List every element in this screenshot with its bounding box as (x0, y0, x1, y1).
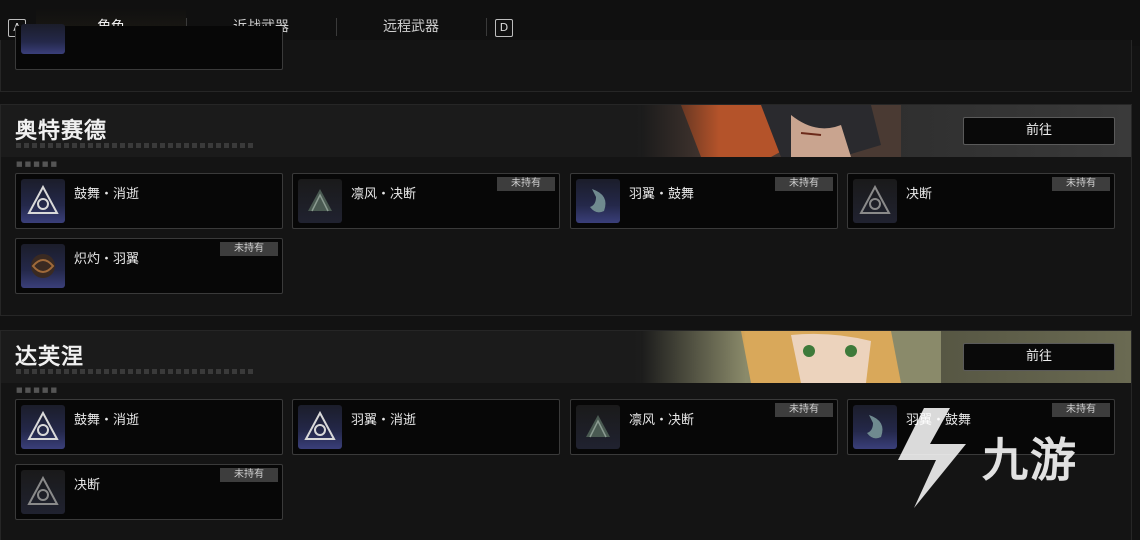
rarity-stars: ■■■■■ (16, 386, 60, 394)
rarity-stars: ■■■■■ (16, 160, 60, 168)
character-section-otterside: 奥特赛德 前往 ■■■■■ 鼓舞・消逝 凛风・决断 未持有 羽翼・鼓舞 未持有 … (0, 104, 1132, 316)
not-owned-badge: 未持有 (220, 242, 278, 256)
flame-emblem-icon (21, 244, 65, 288)
next-tab-key-hint[interactable]: D (495, 19, 513, 37)
skill-card[interactable]: 羽翼・消逝 (292, 399, 560, 455)
skill-card-label: 羽翼・鼓舞 (629, 187, 695, 202)
skill-card[interactable]: 凛风・决断 未持有 (292, 173, 560, 229)
not-owned-badge: 未持有 (775, 177, 833, 191)
previous-section-panel (0, 24, 1132, 92)
skill-card[interactable]: 凛风・决断 未持有 (570, 399, 838, 455)
not-owned-badge: 未持有 (1052, 177, 1110, 191)
skill-card[interactable]: 炽灼・羽翼 未持有 (15, 238, 283, 294)
wing-emblem-icon (298, 179, 342, 223)
watermark: 九游 (884, 404, 1124, 524)
skill-card[interactable]: 鼓舞・消逝 (15, 173, 283, 229)
triad-emblem-icon (853, 179, 897, 223)
skill-card-label: 鼓舞・消逝 (74, 187, 140, 202)
skill-card-partial[interactable] (15, 24, 283, 70)
goto-button[interactable]: 前往 (963, 117, 1115, 145)
character-name: 奥特赛德 (15, 118, 108, 144)
not-owned-badge: 未持有 (220, 468, 278, 482)
skill-card-label: 决断 (74, 478, 101, 493)
triad-emblem-icon (298, 405, 342, 449)
skill-emblem-icon (21, 24, 65, 54)
tab-divider (486, 18, 487, 36)
goto-button[interactable]: 前往 (963, 343, 1115, 371)
skill-card-label: 决断 (906, 187, 933, 202)
feather-emblem-icon (576, 179, 620, 223)
watermark-logo-icon (898, 408, 966, 508)
skill-card[interactable]: 鼓舞・消逝 (15, 399, 283, 455)
triad-emblem-icon (21, 179, 65, 223)
wing-emblem-icon (576, 405, 620, 449)
skill-card-label: 凛风・决断 (629, 413, 695, 428)
watermark-text: 九游 (982, 433, 1078, 487)
not-owned-badge: 未持有 (497, 177, 555, 191)
not-owned-badge: 未持有 (775, 403, 833, 417)
character-name: 达芙涅 (15, 344, 85, 370)
character-portrait (641, 331, 941, 383)
skill-card-label: 鼓舞・消逝 (74, 413, 140, 428)
skill-card[interactable]: 决断 未持有 (15, 464, 283, 520)
decorative-subtitle (16, 143, 256, 148)
skill-card-label: 羽翼・消逝 (351, 413, 417, 428)
skill-card-label: 凛风・决断 (351, 187, 417, 202)
skill-card[interactable]: 决断 未持有 (847, 173, 1115, 229)
character-banner: 奥特赛德 前往 (1, 105, 1131, 157)
skill-card-label: 炽灼・羽翼 (74, 252, 140, 267)
decorative-subtitle (16, 369, 256, 374)
skill-card[interactable]: 羽翼・鼓舞 未持有 (570, 173, 838, 229)
character-banner: 达芙涅 前往 (1, 331, 1131, 383)
triad-emblem-icon (21, 405, 65, 449)
character-portrait (641, 105, 901, 157)
triad-emblem-icon (21, 470, 65, 514)
